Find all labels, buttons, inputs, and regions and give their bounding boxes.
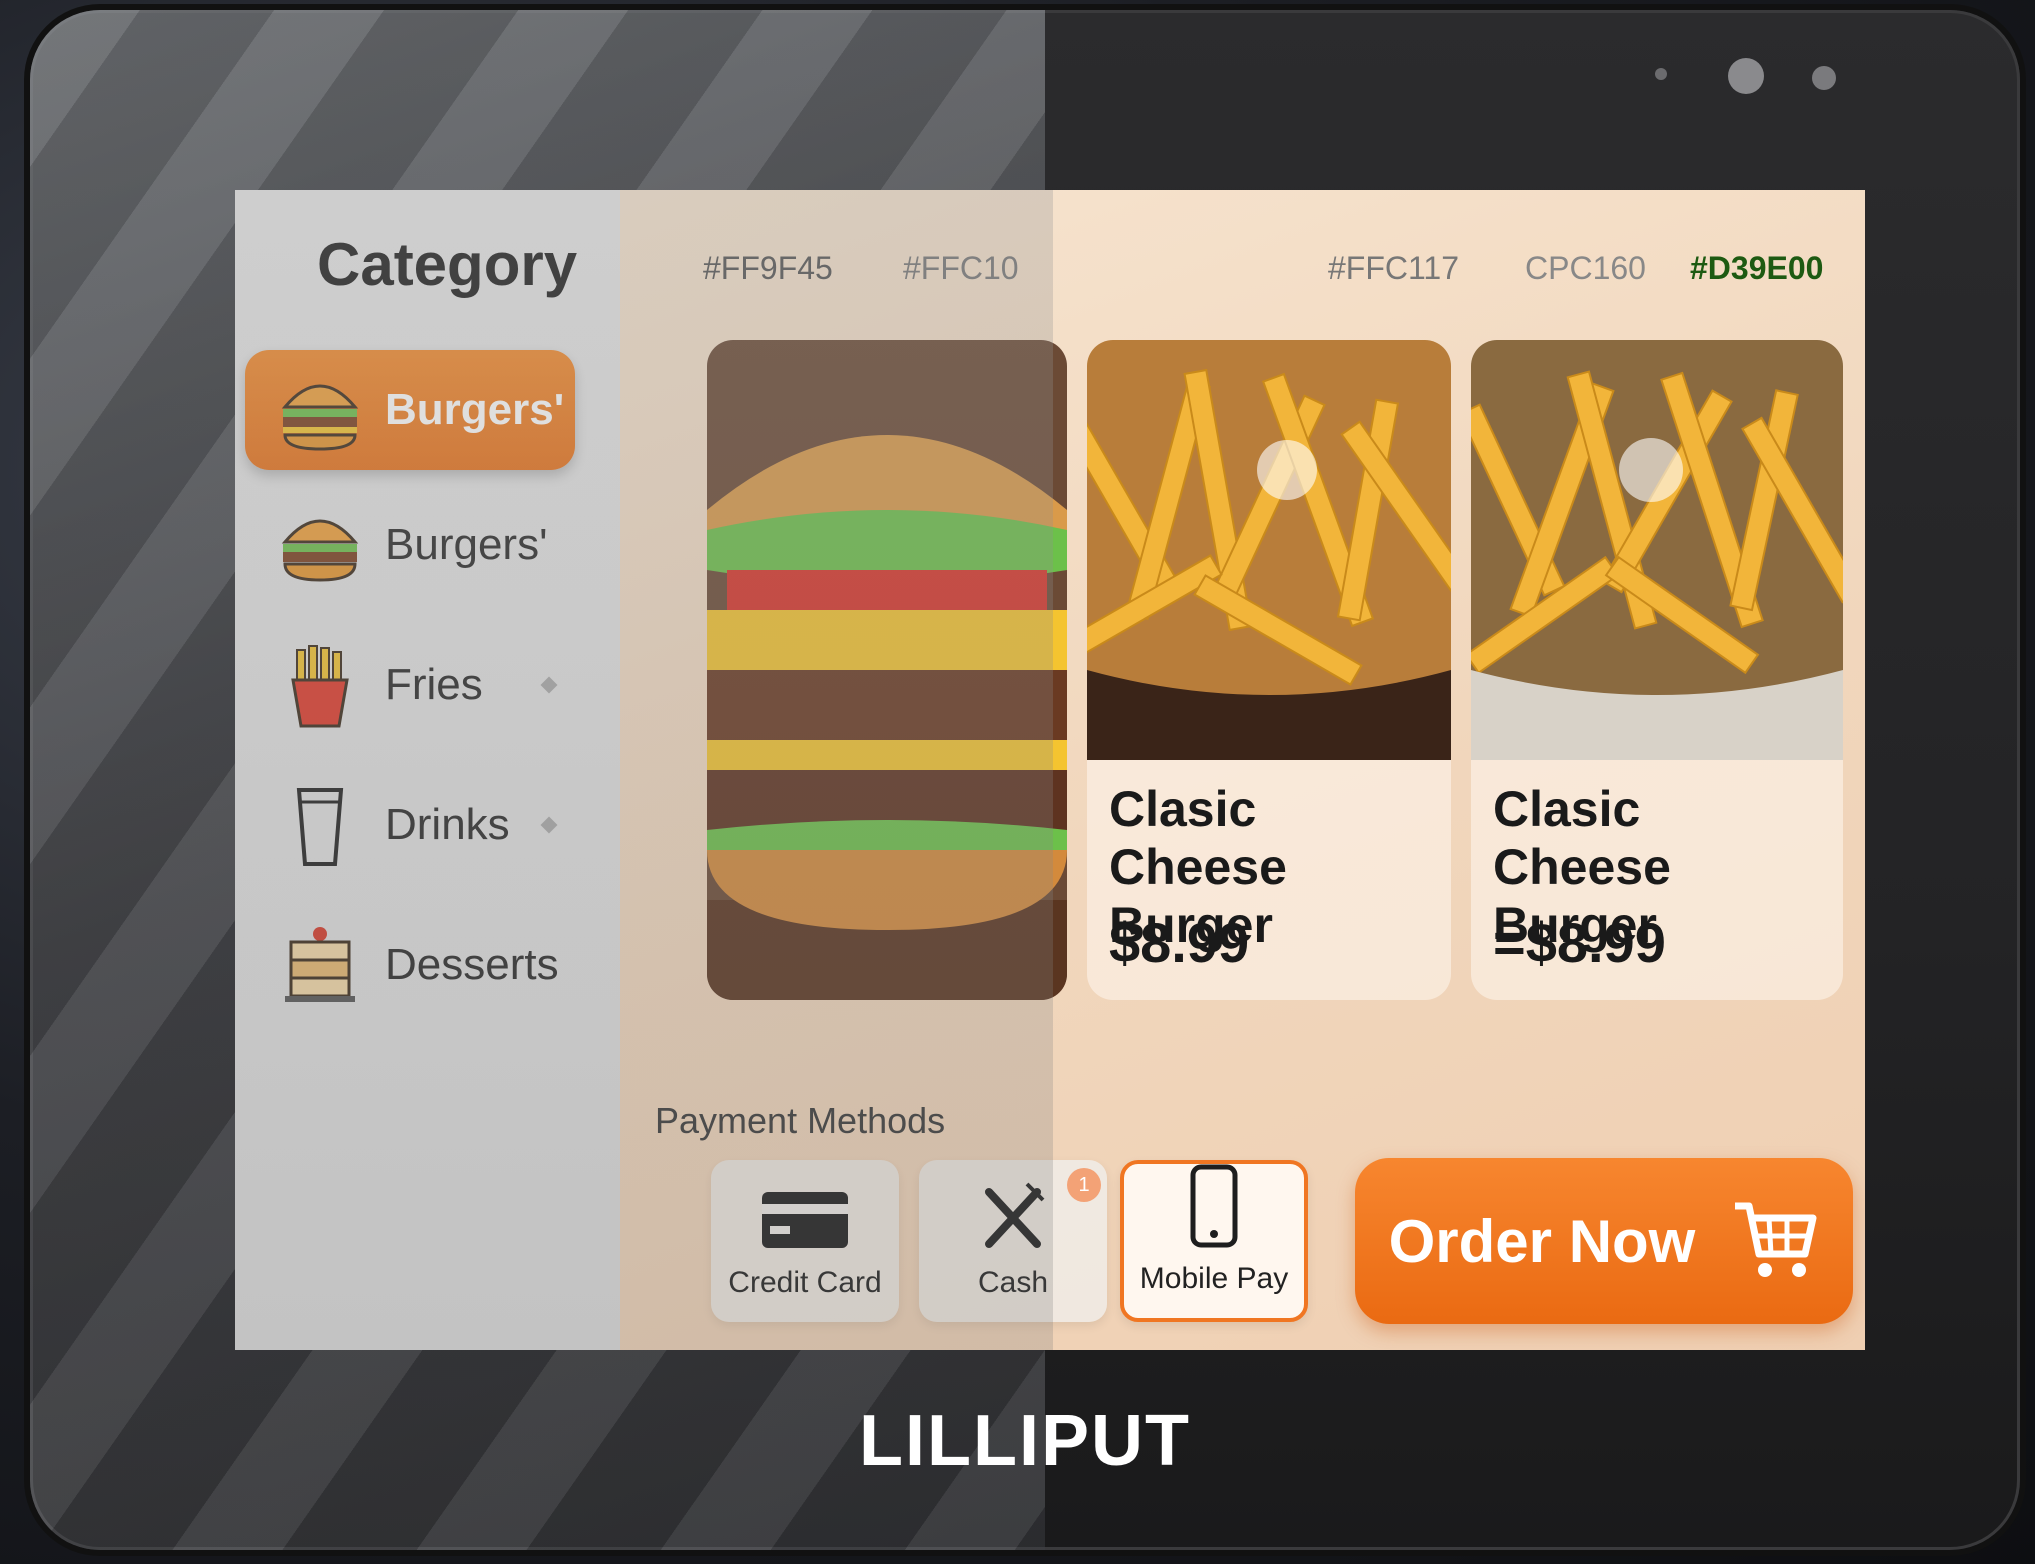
camera-icon [1728,58,1764,94]
swatch-label: #D39E00 [1690,250,1824,286]
order-now-button[interactable]: Order Now [1355,1158,1853,1324]
sensor-dot [1655,68,1667,80]
category-label: Drinks [385,800,510,849]
kiosk-screen: Category Burgers' Burgers' Fries Drinks … [235,190,1865,1350]
product-price: =$8.99 [1493,911,1666,974]
swatch-label: CPC160 [1525,250,1646,286]
fries-photo [1087,340,1451,760]
utensils-icon [985,1182,1045,1248]
fries-photo [1471,340,1843,760]
product-card[interactable]: Clasic Cheese Burger $8.99 [1087,340,1451,1000]
cup-icon [296,788,344,866]
cart-icon [1735,1202,1817,1277]
category-label: Burgers' [385,385,565,434]
order-now-label: Order Now [1388,1207,1696,1275]
product-card-burger[interactable] [707,340,1067,1000]
category-sidebar: Category Burgers' Burgers' Fries Drinks … [235,190,620,1350]
tablet-device: Category Burgers' Burgers' Fries Drinks … [30,10,2020,1550]
category-label: Fries [385,660,483,709]
credit-card-icon [762,1192,848,1248]
payment-credit-card-button[interactable]: Credit Card [711,1160,899,1322]
brand-logo: LILLIPUT [859,1401,1191,1481]
category-item-burgers-active[interactable]: Burgers' [245,350,575,470]
product-price: $8.99 [1109,911,1250,974]
payment-label: Cash [977,1266,1049,1299]
payment-label: Mobile Pay [1139,1262,1289,1295]
fries-icon [291,645,349,728]
category-item-fries[interactable]: Fries [245,625,575,745]
notification-badge: 1 [1067,1168,1101,1202]
swatch-label: #FFC10 [903,250,1019,286]
swatch-label: #FFC117 [1328,250,1460,286]
payment-cash-button[interactable]: 1 Cash [919,1160,1107,1322]
category-label: Desserts [385,940,559,989]
category-item-burgers[interactable]: Burgers' [245,485,575,605]
category-item-desserts[interactable]: Desserts [245,905,575,1025]
payment-methods-title: Payment Methods [655,1100,946,1141]
category-item-drinks[interactable]: Drinks [245,765,575,885]
burger-photo [707,340,1067,1000]
light-sensor [1812,66,1836,90]
category-label: Burgers' [385,520,548,569]
payment-mobile-pay-button[interactable]: Mobile Pay [1120,1160,1308,1322]
chevron-icon [540,676,558,694]
smartphone-icon [1190,1164,1238,1248]
chevron-icon [540,816,558,834]
product-card[interactable]: Clasic Cheese Burger =$8.99 [1471,340,1843,1000]
payment-label: Credit Card [728,1266,882,1299]
swatch-label: #FF9F45 [703,250,833,286]
cake-icon [285,927,355,1002]
category-title: Category [317,231,578,298]
burger-icon [281,519,359,582]
burger-icon [281,384,359,451]
